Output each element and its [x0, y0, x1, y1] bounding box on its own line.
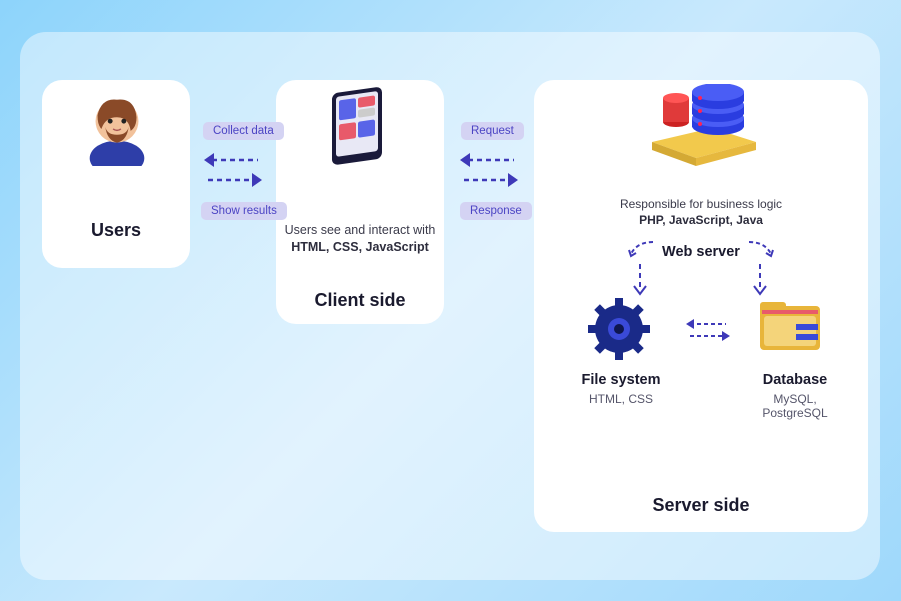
server-caption-line2: PHP, JavaScript, Java — [639, 213, 763, 227]
curved-arrow-left-icon — [627, 240, 655, 263]
webserver-down-arrows — [610, 262, 790, 302]
server-caption: Responsible for business logic PHP, Java… — [554, 196, 848, 228]
web-server-label-row: Web server — [554, 240, 848, 263]
file-system-block: File system HTML, CSS — [556, 372, 686, 406]
database-block: Database MySQL, PostgreSQL — [740, 372, 850, 420]
arrows-client-server — [456, 148, 522, 194]
request-badge: Request — [461, 122, 524, 140]
show-results-badge: Show results — [201, 202, 287, 220]
file-system-title: File system — [556, 372, 686, 388]
tablet-icon — [328, 86, 390, 170]
collect-data-badge: Collect data — [203, 122, 284, 140]
client-title: Client side — [276, 290, 444, 311]
client-caption-line1: Users see and interact with — [282, 222, 438, 239]
server-title: Server side — [534, 495, 868, 516]
fs-db-arrows — [680, 318, 736, 342]
users-title: Users — [42, 220, 190, 241]
database-tech: MySQL, PostgreSQL — [740, 392, 850, 420]
client-caption-line2: HTML, CSS, JavaScript — [291, 240, 429, 254]
response-badge: Response — [460, 202, 532, 220]
server-stack-icon — [644, 84, 764, 170]
server-caption-line1: Responsible for business logic — [554, 196, 848, 212]
client-caption: Users see and interact with HTML, CSS, J… — [282, 222, 438, 256]
file-system-tech: HTML, CSS — [556, 392, 686, 406]
web-server-title: Web server — [662, 244, 740, 260]
folder-database-icon — [752, 298, 832, 360]
gear-icon — [588, 298, 650, 360]
user-avatar-icon — [78, 88, 156, 166]
database-title: Database — [740, 372, 850, 388]
arrows-users-client — [200, 148, 266, 194]
curved-arrow-right-icon — [747, 240, 775, 263]
